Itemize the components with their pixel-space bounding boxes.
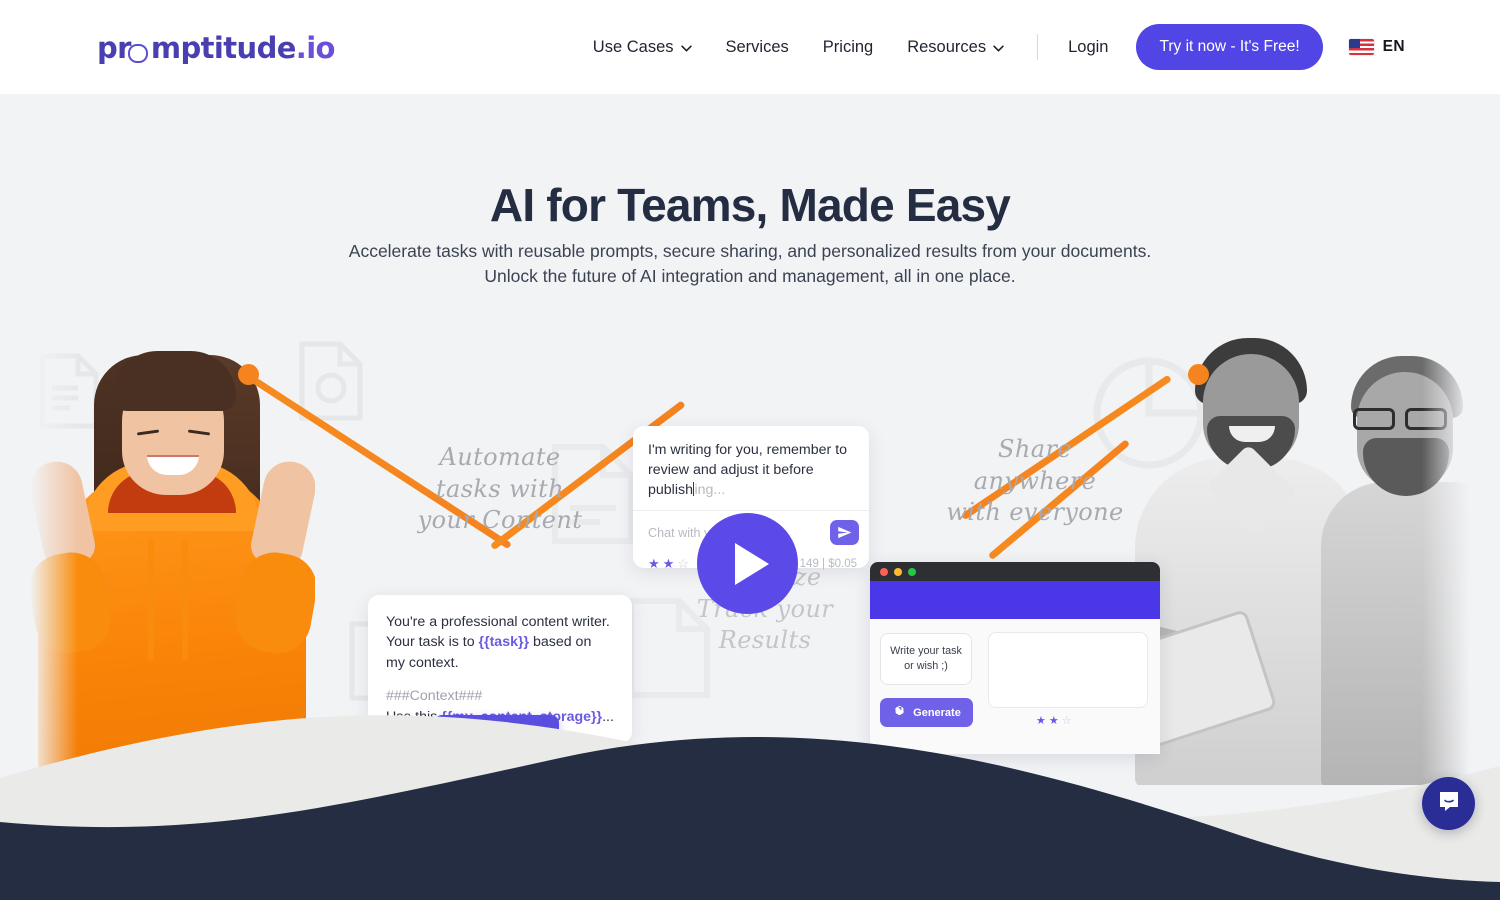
- task-wish-input[interactable]: Write your task or wish ;): [880, 633, 972, 685]
- annotation-automate-line1: Automate: [439, 443, 561, 471]
- connector-dot-right: [1188, 364, 1209, 385]
- play-icon: [734, 542, 769, 585]
- nav-item-use-cases[interactable]: Use Cases: [576, 38, 709, 57]
- nav-label-resources: Resources: [907, 37, 987, 56]
- nav-item-services[interactable]: Services: [709, 38, 806, 57]
- header-divider: [1037, 34, 1039, 60]
- annotation-optimize-line3: Results: [718, 626, 812, 655]
- chat-message-typed: I'm writing for you, remember to review …: [648, 442, 848, 499]
- hero-subtitle-line1: Accelerate tasks with reusable prompts, …: [348, 241, 1152, 261]
- window-maximize-dot[interactable]: [908, 567, 916, 576]
- nav-label-services: Services: [725, 37, 789, 56]
- chevron-down-icon: [993, 44, 1004, 52]
- star-filled-icon: ★: [648, 556, 660, 572]
- intercom-launcher-button[interactable]: [1422, 777, 1475, 830]
- star-empty-icon: ☆: [677, 556, 689, 572]
- us-flag-icon: [1348, 39, 1374, 55]
- annotation-share-line3: with everyone: [946, 498, 1124, 527]
- page-root: pr mptitude .io Use Cases Services Pricing…: [0, 0, 1500, 900]
- annotation-automate-line2: tasks with: [435, 474, 565, 503]
- logo-part-post: mptitude: [150, 31, 297, 65]
- play-video-button[interactable]: [697, 513, 798, 614]
- nav-label-use-cases: Use Cases: [592, 37, 674, 56]
- bottom-wave-decoration: [0, 700, 1500, 900]
- window-minimize-dot[interactable]: [894, 567, 902, 576]
- chat-message-ghost: ing...: [694, 482, 726, 499]
- chat-message: I'm writing for you, remember to review …: [633, 426, 869, 510]
- language-selector[interactable]: EN: [1348, 38, 1405, 56]
- annotation-share: Share anywhere with everyone: [920, 434, 1150, 529]
- star-filled-icon: ★: [662, 556, 675, 572]
- intercom-chat-icon: [1437, 789, 1461, 818]
- chevron-down-icon: [680, 44, 692, 52]
- annotation-automate-line3: your Content: [417, 506, 583, 535]
- nav-item-pricing[interactable]: Pricing: [806, 38, 890, 57]
- main-navigation: Use Cases Services Pricing Resources Log…: [576, 0, 1405, 94]
- logo-part-pre: pr: [97, 31, 131, 65]
- login-link[interactable]: Login: [1054, 38, 1122, 57]
- page-title: AI for Teams, Made Easy: [489, 179, 1011, 231]
- annotation-automate: Automate tasks with your Content: [400, 442, 600, 537]
- hero-subtitle-line2: Unlock the future of AI integration and …: [484, 265, 1016, 286]
- app-topbar: [870, 581, 1160, 619]
- connector-dot-left: [238, 364, 259, 385]
- site-header: pr mptitude .io Use Cases Services Pricing…: [0, 0, 1500, 94]
- nav-label-pricing: Pricing: [822, 37, 874, 56]
- nav-item-resources[interactable]: Resources: [890, 38, 1021, 57]
- annotation-share-line1: Share: [998, 435, 1072, 463]
- language-code: EN: [1382, 38, 1405, 55]
- window-close-dot[interactable]: [880, 567, 888, 576]
- browser-titlebar: [870, 562, 1160, 581]
- hero-section: AI for Teams, Made Easy Accelerate tasks…: [0, 94, 1500, 900]
- prompt-variable-task: {{task}}: [478, 634, 530, 651]
- send-icon[interactable]: [830, 520, 859, 546]
- site-logo[interactable]: pr mptitude .io: [97, 31, 335, 65]
- rating-stars[interactable]: ★ ★ ☆: [648, 557, 689, 570]
- try-it-now-button[interactable]: Try it now - It's Free!: [1136, 24, 1323, 70]
- token-cost-label: 149 | $0.05: [799, 557, 857, 570]
- result-output-box[interactable]: [988, 632, 1148, 708]
- hero-subtitle: Accelerate tasks with reusable prompts, …: [0, 239, 1500, 289]
- annotation-share-line2: anywhere: [973, 466, 1097, 495]
- logo-part-suffix: .io: [295, 31, 336, 65]
